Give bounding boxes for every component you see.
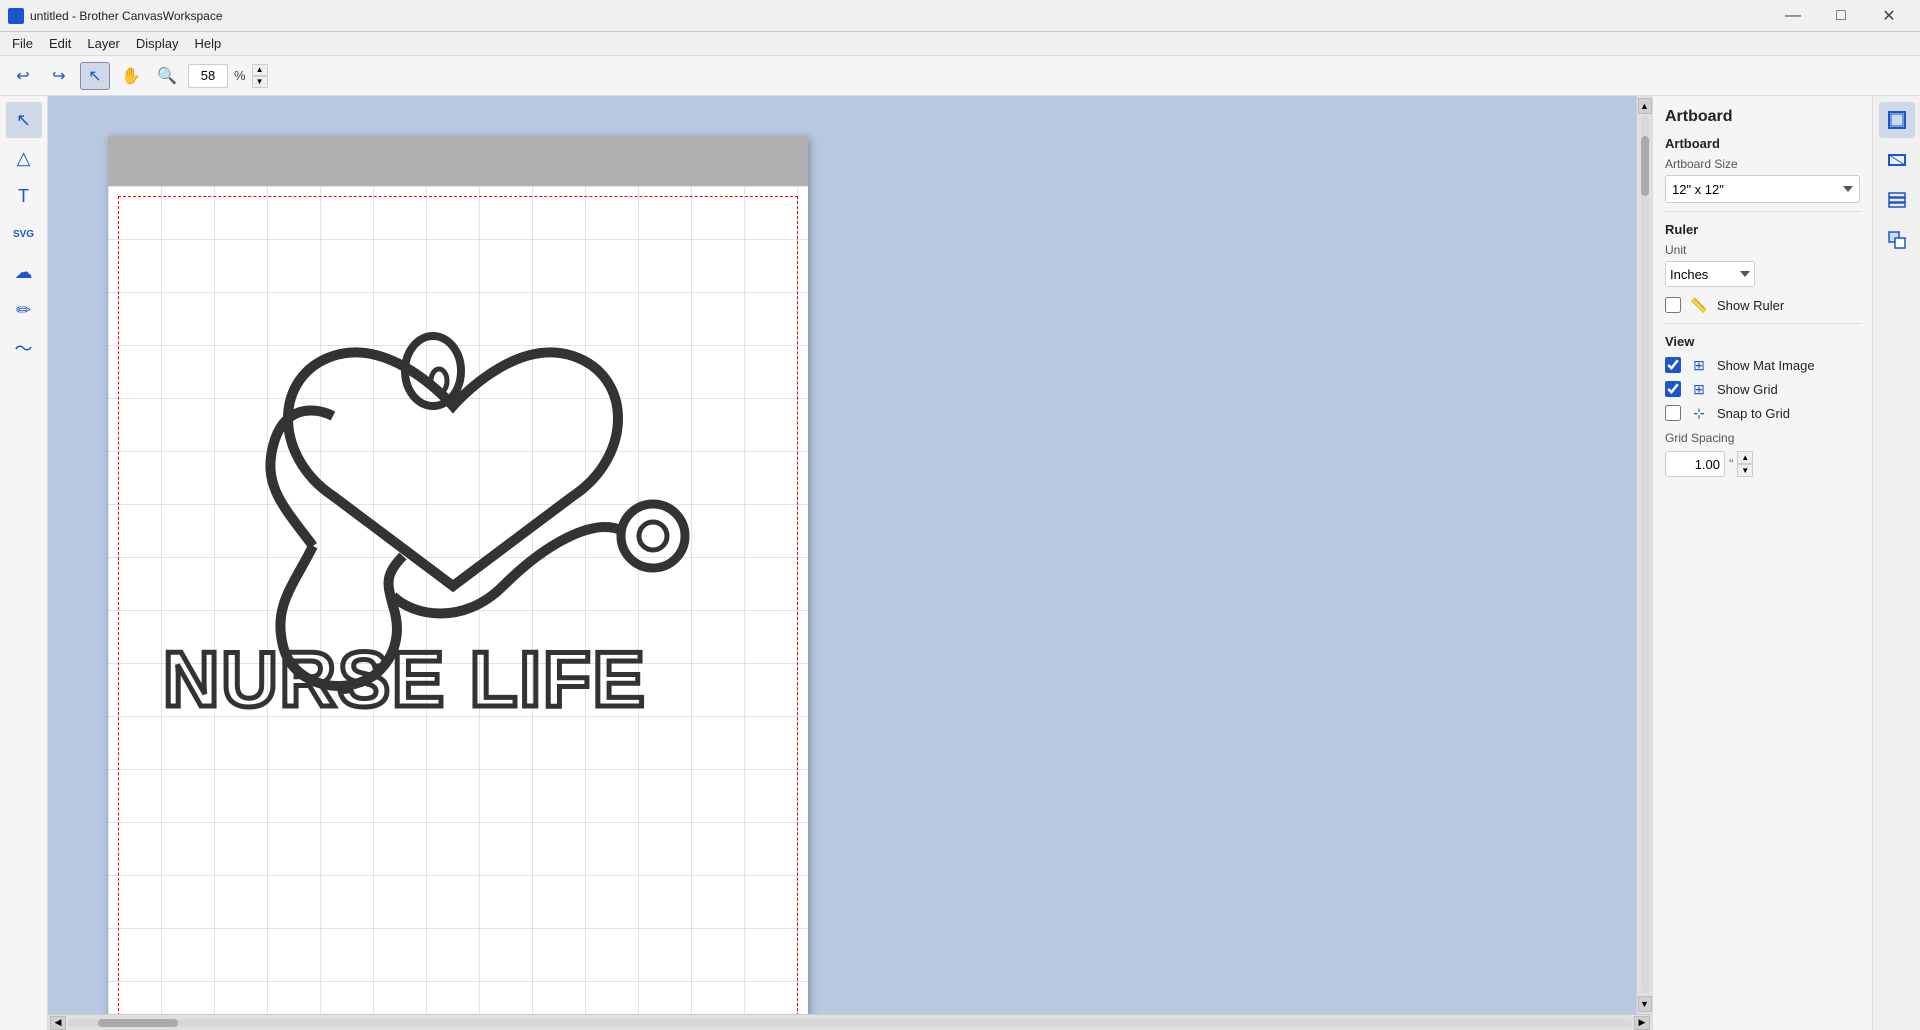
menu-help[interactable]: Help [187,34,230,53]
properties-panel-btn[interactable] [1879,222,1915,258]
scroll-thumb-vertical[interactable] [1641,136,1649,196]
titlebar: untitled - Brother CanvasWorkspace — □ ✕ [0,0,1920,32]
resize-panel-btn[interactable] [1879,142,1915,178]
panel-title: Artboard [1665,108,1860,126]
scroll-right-arrow[interactable]: ▶ [1634,1016,1650,1030]
scroll-left-arrow[interactable]: ◀ [50,1016,66,1030]
text-tool-side[interactable]: T [6,178,42,214]
artboard-size-select[interactable]: 12" x 12" 6" x 6" 6" x 8" 8" x 12" [1665,175,1860,203]
artwork-svg: NURSE LIFE [113,196,793,776]
scroll-track-vertical [1641,116,1649,994]
titlebar-title: untitled - Brother CanvasWorkspace [30,9,223,23]
ruler-section-title: Ruler [1665,222,1860,237]
zoom-down-btn[interactable]: ▼ [252,76,268,88]
pen-tool-side[interactable]: ✏ [6,292,42,328]
right-layout: Artboard Artboard Artboard Size 12" x 12… [1652,96,1920,1030]
show-ruler-row: 📏 Show Ruler [1665,295,1860,315]
titlebar-left: untitled - Brother CanvasWorkspace [8,8,223,24]
grid-spacing-label: Grid Spacing [1665,431,1860,445]
minimize-button[interactable]: — [1770,0,1816,32]
menu-display[interactable]: Display [128,34,187,53]
mat-image-icon: ⊞ [1689,355,1709,375]
scroll-up-arrow[interactable]: ▲ [1638,98,1652,114]
redo-button[interactable]: ↪ [44,62,74,90]
scroll-thumb-horizontal[interactable] [98,1019,178,1027]
select-tool-side[interactable]: ↖ [6,102,42,138]
vertical-scrollbar[interactable]: ▲ ▼ [1636,96,1652,1014]
artboard-section-title: Artboard [1665,136,1860,151]
maximize-button[interactable]: □ [1818,0,1864,32]
scroll-down-arrow[interactable]: ▼ [1638,996,1652,1012]
unit-select-wrap: Inches Millimeters Centimeters [1665,261,1755,287]
resize-panel-icon [1887,150,1907,170]
zoom-spinner: ▲ ▼ [252,64,268,88]
snap-to-grid-checkbox[interactable] [1665,405,1681,421]
main-layout: ↖ △ T SVG ☁ ✏ 〜 [0,96,1920,1030]
zoom-tool-btn[interactable]: 🔍 [152,62,182,90]
zoom-input[interactable] [188,64,228,88]
show-mat-image-label: Show Mat Image [1717,358,1815,373]
show-grid-row: ⊞ Show Grid [1665,379,1860,399]
close-button[interactable]: ✕ [1866,0,1912,32]
snap-to-grid-row: ⊹ Snap to Grid [1665,403,1860,423]
artboard-size-label: Artboard Size [1665,157,1860,171]
unit-label: Unit [1665,243,1860,257]
view-section-title: View [1665,334,1860,349]
snap-icon: ⊹ [1689,403,1709,423]
zoom-up-btn[interactable]: ▲ [252,64,268,76]
properties-panel-icon [1887,230,1907,250]
divider-2 [1665,323,1860,324]
artboard-header [108,136,808,186]
left-sidebar: ↖ △ T SVG ☁ ✏ 〜 [0,96,48,1030]
grid-spacing-up-btn[interactable]: ▲ [1737,451,1753,464]
svg-text:NURSE LIFE: NURSE LIFE [163,635,647,723]
show-ruler-checkbox[interactable] [1665,297,1681,313]
ruler-icon: 📏 [1689,295,1709,315]
pan-tool-btn[interactable]: ✋ [116,62,146,90]
show-grid-checkbox[interactable] [1665,381,1681,397]
scroll-track-horizontal [68,1019,1632,1027]
toolbar: ↩ ↪ ↖ ✋ 🔍 % ▲ ▼ [0,56,1920,96]
right-icon-bar [1872,96,1920,1030]
grid-spacing-unit: " [1729,457,1733,471]
app-icon [8,8,24,24]
show-mat-image-checkbox[interactable] [1665,357,1681,373]
divider-1 [1665,211,1860,212]
artboard-panel-btn[interactable] [1879,102,1915,138]
layers-panel-icon [1887,190,1907,210]
undo-button[interactable]: ↩ [8,62,38,90]
grid-spacing-input[interactable] [1665,451,1725,477]
unit-select[interactable]: Inches Millimeters Centimeters [1665,261,1755,287]
grid-icon: ⊞ [1689,379,1709,399]
menu-layer[interactable]: Layer [79,34,128,53]
zoom-unit: % [234,68,246,83]
grid-spacing-down-btn[interactable]: ▼ [1737,464,1753,477]
menu-edit[interactable]: Edit [41,34,79,53]
select-tool-btn[interactable]: ↖ [80,62,110,90]
artboard-body: NURSE LIFE [108,186,808,1026]
titlebar-controls: — □ ✕ [1770,0,1912,32]
artboard-panel-icon [1887,110,1907,130]
right-panel: Artboard Artboard Artboard Size 12" x 12… [1652,96,1872,1030]
horizontal-scrollbar[interactable]: ◀ ▶ [48,1014,1652,1030]
menubar: File Edit Layer Display Help [0,32,1920,56]
show-ruler-label: Show Ruler [1717,298,1784,313]
canvas-area: NURSE LIFE ▲ ▼ ◀ ▶ [48,96,1652,1030]
menu-file[interactable]: File [4,34,41,53]
shape-tool-side[interactable]: △ [6,140,42,176]
snap-to-grid-label: Snap to Grid [1717,406,1790,421]
curve-tool-side[interactable]: 〜 [6,330,42,366]
grid-spacing-spinner: ▲ ▼ [1737,451,1753,477]
show-grid-label: Show Grid [1717,382,1778,397]
grid-spacing-row: " ▲ ▼ [1665,451,1860,477]
artboard-canvas: NURSE LIFE [108,136,808,1026]
layers-panel-btn[interactable] [1879,182,1915,218]
show-mat-image-row: ⊞ Show Mat Image [1665,355,1860,375]
cloud-tool-side[interactable]: ☁ [6,254,42,290]
ruler-section: 📏 Show Ruler [1665,295,1860,315]
svg-tool-side[interactable]: SVG [6,216,42,252]
